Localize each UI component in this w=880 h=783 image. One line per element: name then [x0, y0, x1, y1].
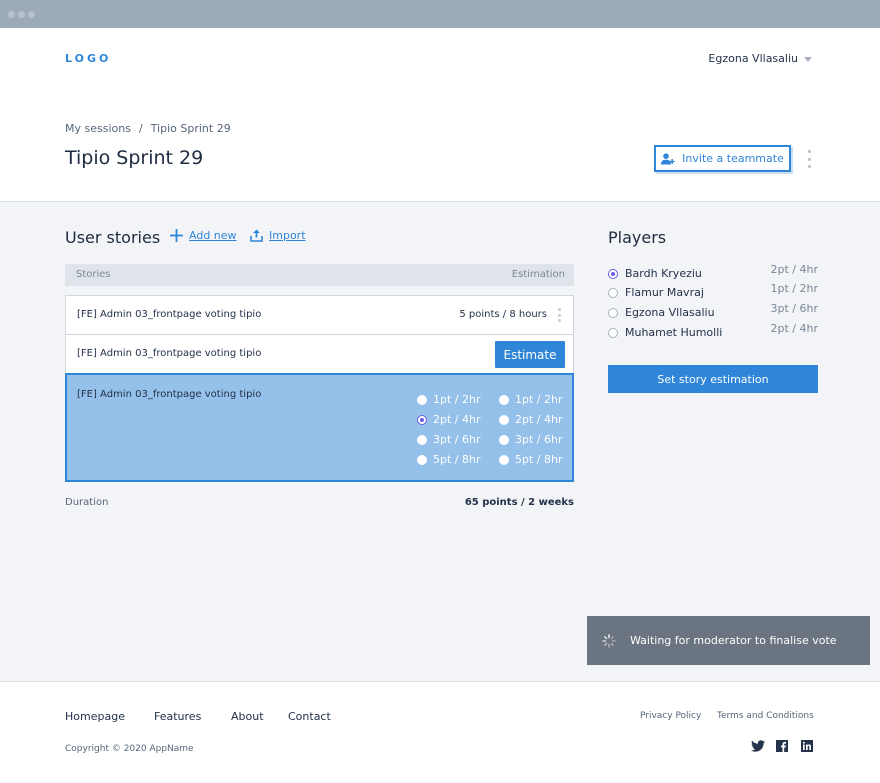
radio-icon	[608, 308, 618, 318]
story-name: [FE] Admin 03_frontpage voting tipio	[77, 348, 262, 359]
page-header: LOGO Egzona Vllasaliu My sessions / Tipio …	[0, 28, 880, 202]
add-new-label: Add new	[189, 229, 237, 242]
footer-link-about[interactable]: About	[231, 710, 264, 723]
duration-value: 65 points / 2 weeks	[464, 497, 574, 508]
import-icon	[250, 229, 263, 242]
player-vote: 2pt / 4hr	[770, 322, 819, 335]
story-row[interactable]: [FE] Admin 03_frontpage voting tipio 5 p…	[65, 295, 574, 335]
story-row[interactable]: [FE] Admin 03_frontpage voting tipio Est…	[65, 334, 574, 374]
plus-icon	[170, 229, 183, 242]
page-title: Tipio Sprint 29	[65, 147, 204, 169]
players-heading: Players	[608, 228, 667, 247]
page-footer: Homepage Features About Contact Copyrigh…	[0, 681, 880, 783]
set-story-estimation-button[interactable]: Set story estimation	[608, 365, 818, 393]
window-titlebar	[0, 0, 880, 28]
player-item[interactable]: Flamur Mavraj 1pt / 2hr	[608, 282, 819, 301]
column-header-stories: Stories	[76, 269, 111, 280]
radio-icon	[499, 414, 509, 425]
column-header-estimation: Estimation	[511, 269, 565, 280]
player-name: Egzona Vllasaliu	[625, 306, 715, 319]
player-vote: 2pt / 4hr	[770, 263, 819, 276]
option-label: 2pt / 4hr	[433, 413, 481, 426]
privacy-policy-link[interactable]: Privacy Policy	[640, 711, 701, 721]
row-menu-icon[interactable]	[558, 308, 561, 322]
footer-link-homepage[interactable]: Homepage	[65, 710, 125, 723]
radio-selected-icon	[608, 269, 618, 279]
option-label: 5pt / 8hr	[515, 453, 563, 466]
radio-selected-icon	[417, 414, 427, 425]
estimate-option[interactable]: 5pt / 8hr	[499, 453, 563, 466]
story-name: [FE] Admin 03_frontpage voting tipio	[77, 309, 262, 320]
breadcrumb-separator: /	[138, 122, 143, 135]
estimate-button[interactable]: Estimate	[495, 341, 565, 368]
logo[interactable]: LOGO	[65, 52, 111, 65]
estimate-option[interactable]: 3pt / 6hr	[417, 433, 481, 446]
more-options-icon[interactable]	[806, 150, 812, 168]
twitter-icon[interactable]	[751, 740, 765, 752]
player-vote: 1pt / 2hr	[770, 282, 819, 295]
radio-icon	[417, 434, 427, 445]
breadcrumb-root[interactable]: My sessions	[65, 122, 131, 135]
toast-message: Waiting for moderator to finalise vote	[630, 634, 837, 647]
spinner-icon	[602, 633, 616, 648]
estimate-option[interactable]: 5pt / 8hr	[417, 453, 481, 466]
story-name: [FE] Admin 03_frontpage voting tipio	[77, 389, 262, 400]
user-menu[interactable]: Egzona Vllasaliu	[708, 52, 812, 65]
option-label: 5pt / 8hr	[433, 453, 481, 466]
option-label: 3pt / 6hr	[515, 433, 563, 446]
window-minimize-dot[interactable]	[18, 11, 25, 18]
option-label: 1pt / 2hr	[433, 393, 481, 406]
radio-icon	[499, 434, 509, 445]
estimate-option[interactable]: 1pt / 2hr	[417, 393, 481, 406]
radio-icon	[608, 288, 618, 298]
linkedin-icon[interactable]	[801, 740, 813, 752]
chevron-down-icon	[804, 56, 812, 62]
option-label: 1pt / 2hr	[515, 393, 563, 406]
option-label: 2pt / 4hr	[515, 413, 563, 426]
add-new-link[interactable]: Add new	[170, 229, 237, 242]
facebook-icon[interactable]	[776, 740, 788, 752]
import-label: Import	[269, 229, 306, 242]
estimate-option-selected[interactable]: 2pt / 4hr	[417, 413, 481, 426]
terms-link[interactable]: Terms and Conditions	[717, 711, 814, 721]
user-stories-heading: User stories	[65, 228, 161, 247]
estimate-option[interactable]: 2pt / 4hr	[499, 413, 563, 426]
import-link[interactable]: Import	[250, 229, 306, 242]
player-name: Bardh Kryeziu	[625, 267, 702, 280]
option-label: 3pt / 6hr	[433, 433, 481, 446]
player-name: Muhamet Humolli	[625, 326, 723, 339]
player-item[interactable]: Bardh Kryeziu 2pt / 4hr	[608, 263, 819, 282]
stories-table-header: Stories Estimation	[65, 264, 574, 286]
footer-link-features[interactable]: Features	[154, 710, 201, 723]
radio-icon	[417, 394, 427, 405]
duration-label: Duration	[65, 497, 109, 508]
invite-teammate-button[interactable]: Invite a teammate	[654, 145, 791, 172]
story-row-active[interactable]: [FE] Admin 03_frontpage voting tipio 1pt…	[65, 373, 574, 482]
radio-icon	[499, 394, 509, 405]
window-close-dot[interactable]	[8, 11, 15, 18]
add-user-icon	[661, 152, 675, 164]
story-estimation: 5 points / 8 hours	[459, 309, 547, 320]
player-vote: 3pt / 6hr	[770, 302, 819, 315]
copyright: Copyright © 2020 AppName	[65, 744, 194, 754]
player-item[interactable]: Egzona Vllasaliu 3pt / 6hr	[608, 302, 819, 321]
window-zoom-dot[interactable]	[28, 11, 35, 18]
radio-icon	[417, 454, 427, 465]
status-toast: Waiting for moderator to finalise vote	[587, 616, 870, 665]
estimate-option[interactable]: 3pt / 6hr	[499, 433, 563, 446]
estimate-option[interactable]: 1pt / 2hr	[499, 393, 563, 406]
radio-icon	[499, 454, 509, 465]
footer-link-contact[interactable]: Contact	[288, 710, 331, 723]
radio-icon	[608, 328, 618, 338]
player-item[interactable]: Muhamet Humolli 2pt / 4hr	[608, 322, 819, 341]
user-name: Egzona Vllasaliu	[708, 52, 798, 65]
breadcrumb-current: Tipio Sprint 29	[150, 122, 231, 135]
player-name: Flamur Mavraj	[625, 286, 704, 299]
invite-label: Invite a teammate	[682, 152, 784, 165]
breadcrumb: My sessions / Tipio Sprint 29	[65, 122, 231, 135]
